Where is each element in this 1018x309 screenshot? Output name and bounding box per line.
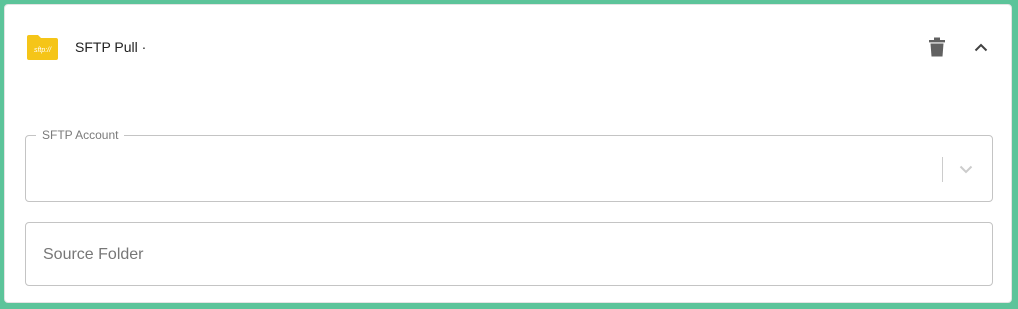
sftp-pull-card: sftp:// SFTP Pull · SFTP Account bbox=[4, 4, 1012, 303]
card-header[interactable]: sftp:// SFTP Pull · bbox=[5, 5, 1011, 89]
card-title: SFTP Pull · bbox=[75, 39, 147, 55]
sftp-account-dropdown-toggle[interactable] bbox=[954, 157, 978, 182]
sftp-account-select[interactable]: SFTP Account bbox=[25, 127, 993, 203]
collapse-button[interactable] bbox=[969, 35, 993, 59]
sftp-account-input[interactable] bbox=[38, 136, 932, 203]
source-folder-input[interactable] bbox=[41, 223, 975, 287]
delete-button[interactable] bbox=[925, 35, 949, 59]
dropdown-separator bbox=[942, 157, 943, 182]
sftp-icon-text: sftp:// bbox=[34, 47, 52, 54]
source-folder-field[interactable] bbox=[25, 222, 993, 287]
trash-icon bbox=[929, 37, 945, 57]
sftp-folder-icon: sftp:// bbox=[25, 33, 60, 61]
chevron-up-icon bbox=[974, 43, 988, 51]
chevron-down-icon bbox=[959, 165, 973, 174]
